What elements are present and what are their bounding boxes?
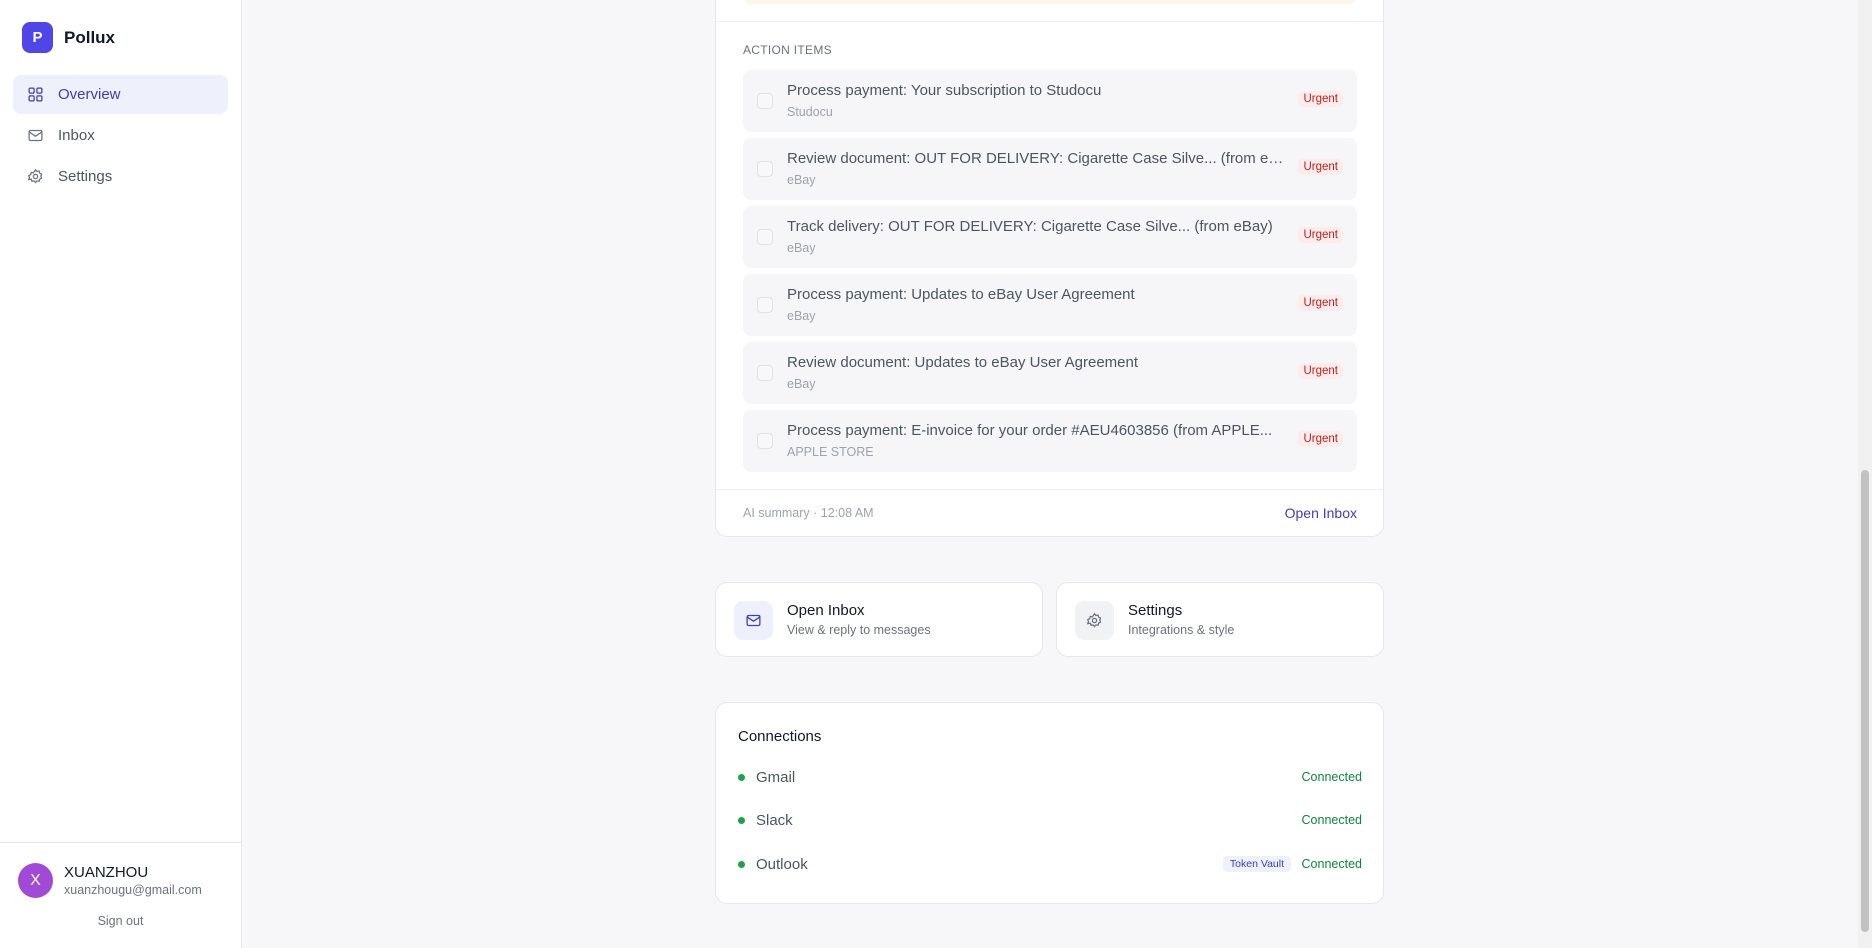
connection-name: Outlook: [756, 856, 808, 873]
user-email: xuanzhougu@gmail.com: [64, 883, 202, 897]
connection-row-slack: Slack Connected: [738, 809, 1362, 833]
action-item-source: Studocu: [787, 105, 833, 119]
connections-title: Connections: [738, 728, 822, 745]
sidebar-item-label: Overview: [58, 86, 121, 103]
user-info: X XUANZHOU xuanzhougu@gmail.com: [18, 863, 202, 898]
action-item-source: eBay: [787, 173, 816, 187]
action-items-list: Process payment: Your subscription to St…: [743, 70, 1357, 478]
urgent-badge: Urgent: [1298, 227, 1343, 243]
ai-summary-card: ACTION ITEMS Process payment: Your subsc…: [715, 0, 1384, 537]
scrollbar-thumb[interactable]: [1861, 470, 1869, 932]
divider: [716, 21, 1383, 22]
action-item-source: eBay: [787, 241, 816, 255]
gear-icon: [27, 168, 44, 185]
mail-icon: [734, 601, 773, 640]
sidebar: P Pollux Overview Inbox Settings X XUANZ…: [0, 0, 242, 948]
action-item-source: APPLE STORE: [787, 445, 874, 459]
sidebar-item-settings[interactable]: Settings: [13, 157, 228, 196]
avatar: X: [18, 863, 53, 898]
action-item[interactable]: Process payment: Your subscription to St…: [743, 70, 1357, 132]
connection-status: Connected: [1301, 857, 1362, 871]
urgent-badge: Urgent: [1298, 295, 1343, 311]
connection-status: Connected: [1301, 813, 1362, 827]
action-item-source: eBay: [787, 309, 816, 323]
open-inbox-card-subtitle: View & reply to messages: [787, 623, 931, 637]
open-inbox-card-title: Open Inbox: [787, 602, 865, 619]
user-name: XUANZHOU: [64, 864, 149, 881]
action-item-title: Review document: OUT FOR DELIVERY: Cigar…: [787, 150, 1287, 167]
settings-card[interactable]: Settings Integrations & style: [1056, 582, 1384, 657]
action-item[interactable]: Process payment: E-invoice for your orde…: [743, 410, 1357, 472]
action-item-title: Process payment: Updates to eBay User Ag…: [787, 286, 1135, 303]
sidebar-item-label: Settings: [58, 168, 113, 185]
sidebar-item-overview[interactable]: Overview: [13, 75, 228, 114]
page-scrollbar[interactable]: [1858, 0, 1872, 948]
user-panel: X XUANZHOU xuanzhougu@gmail.com Sign out: [0, 842, 241, 948]
action-item-title: Process payment: E-invoice for your orde…: [787, 422, 1273, 439]
action-item-title: Process payment: Your subscription to St…: [787, 82, 1102, 99]
action-item[interactable]: Review document: OUT FOR DELIVERY: Cigar…: [743, 138, 1357, 200]
action-item-title: Track delivery: OUT FOR DELIVERY: Cigare…: [787, 218, 1273, 235]
action-item[interactable]: Review document: Updates to eBay User Ag…: [743, 342, 1357, 404]
connection-name: Slack: [756, 812, 793, 829]
action-item[interactable]: Process payment: Updates to eBay User Ag…: [743, 274, 1357, 336]
urgent-badge: Urgent: [1298, 363, 1343, 379]
action-item[interactable]: Track delivery: OUT FOR DELIVERY: Cigare…: [743, 206, 1357, 268]
token-vault-badge: Token Vault: [1222, 856, 1291, 872]
gear-icon: [1075, 601, 1114, 640]
open-inbox-card[interactable]: Open Inbox View & reply to messages: [715, 582, 1043, 657]
connections-card: Connections Gmail Connected Slack Connec…: [715, 702, 1384, 904]
mail-icon: [27, 127, 44, 144]
settings-card-subtitle: Integrations & style: [1128, 623, 1235, 637]
alert-banner: [743, 0, 1357, 4]
open-inbox-link[interactable]: Open Inbox: [1285, 505, 1357, 521]
sidebar-item-inbox[interactable]: Inbox: [13, 116, 228, 155]
brand-logo: P: [22, 22, 53, 53]
ai-summary-timestamp: AI summary · 12:08 AM: [743, 506, 874, 520]
sign-out-button[interactable]: Sign out: [0, 914, 241, 928]
divider: [716, 489, 1383, 490]
status-dot: [738, 817, 745, 824]
urgent-badge: Urgent: [1298, 431, 1343, 447]
grid-icon: [27, 86, 44, 103]
connection-row-outlook: Outlook Token Vault Connected: [738, 853, 1362, 877]
action-item-title: Review document: Updates to eBay User Ag…: [787, 354, 1139, 371]
status-dot: [738, 774, 745, 781]
settings-card-title: Settings: [1128, 602, 1183, 619]
action-item-checkbox[interactable]: [757, 161, 773, 177]
sidebar-item-label: Inbox: [58, 127, 95, 144]
connection-name: Gmail: [756, 769, 796, 786]
connection-status: Connected: [1301, 770, 1362, 784]
action-item-checkbox[interactable]: [757, 297, 773, 313]
action-item-source: eBay: [787, 377, 816, 391]
brand[interactable]: P Pollux: [22, 22, 115, 53]
urgent-badge: Urgent: [1298, 159, 1343, 175]
action-item-checkbox[interactable]: [757, 433, 773, 449]
sidebar-nav: Overview Inbox Settings: [13, 75, 228, 198]
action-item-checkbox[interactable]: [757, 365, 773, 381]
brand-name: Pollux: [64, 27, 116, 47]
urgent-badge: Urgent: [1298, 91, 1343, 107]
status-dot: [738, 861, 745, 868]
action-item-checkbox[interactable]: [757, 93, 773, 109]
action-items-heading: ACTION ITEMS: [743, 43, 832, 57]
connection-row-gmail: Gmail Connected: [738, 766, 1362, 790]
action-item-checkbox[interactable]: [757, 229, 773, 245]
